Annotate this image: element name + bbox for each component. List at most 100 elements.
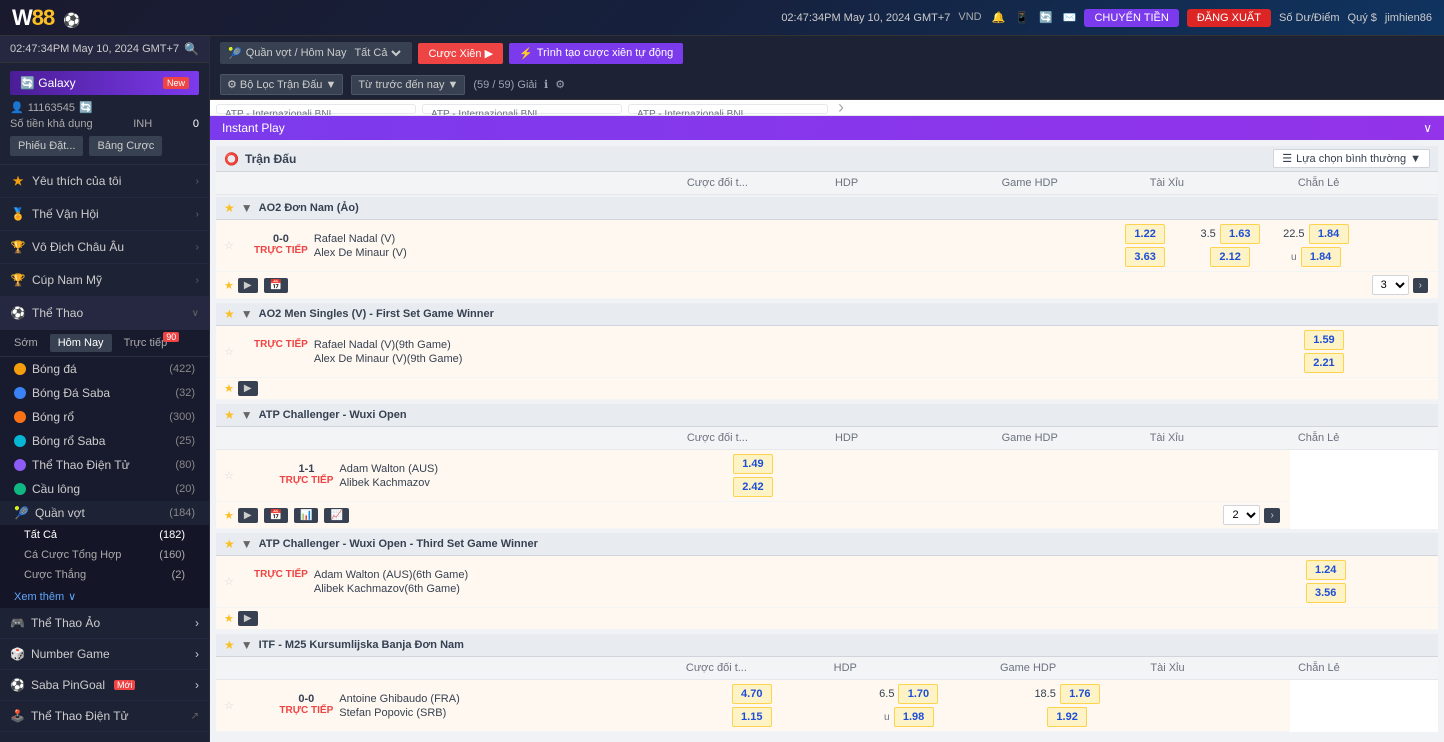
- lua-chon-binh-thuong-button[interactable]: ☰ Lựa chọn bình thường ▼: [1273, 149, 1430, 168]
- phieu-dat-button[interactable]: Phiếu Đặt...: [10, 136, 83, 156]
- instant-play-bar[interactable]: Instant Play ∨: [210, 116, 1444, 140]
- quan-vot-sub-tat-ca[interactable]: Tất Cả (182): [0, 525, 209, 545]
- tab-hom-nay[interactable]: Hôm Nay: [50, 334, 112, 352]
- section-atp-wuxi: ★ ▼ ATP Challenger - Wuxi Open: [216, 404, 1438, 427]
- odd-btn-1[interactable]: 1.49: [733, 454, 773, 474]
- action-star-icon[interactable]: ★: [224, 279, 234, 292]
- sport-item-bong-da-saba[interactable]: Bóng Đá Saba (32): [0, 381, 209, 405]
- chart-btn[interactable]: 📈: [324, 508, 348, 523]
- odd-btn-1[interactable]: 1.59: [1304, 330, 1344, 350]
- sidebar-item-the-thao-dien-tu[interactable]: 🕹️ Thể Thao Điện Tử ↗: [0, 701, 209, 732]
- favorite-star-icon[interactable]: ☆: [224, 576, 234, 588]
- player2: Alex De Minaur (V): [314, 247, 407, 259]
- sport-item-esport[interactable]: Thể Thao Điện Tử (80): [0, 453, 209, 477]
- tai-odd-btn[interactable]: 1.84: [1309, 224, 1349, 244]
- play-btn[interactable]: ▶: [238, 508, 258, 523]
- sport-item-bong-ro[interactable]: Bóng rổ (300): [0, 405, 209, 429]
- calendar-btn[interactable]: 📅: [264, 508, 288, 523]
- odd-btn-2[interactable]: 2.42: [733, 477, 773, 497]
- sidebar-item-saba-pin-goal[interactable]: ⚽ Saba PinGoal Mới ›: [0, 670, 209, 701]
- balance-currency: INH: [133, 118, 152, 130]
- tat-ca-select[interactable]: Tất Cả: [350, 46, 404, 60]
- favorite-star-icon[interactable]: ☆: [224, 240, 234, 252]
- next-page-btn[interactable]: ›: [1413, 278, 1428, 293]
- next-match-arrow[interactable]: ›: [834, 104, 848, 111]
- odd-btn-1[interactable]: 1.24: [1306, 560, 1346, 580]
- hdp-odd-btn-1[interactable]: 1.70: [898, 684, 938, 704]
- bang-cuoc-button[interactable]: Bảng Cược: [89, 136, 162, 156]
- player2: Alibek Kachmazov(6th Game): [314, 583, 468, 595]
- star-toggle-icon[interactable]: ★: [224, 307, 235, 321]
- page-select[interactable]: 2: [1223, 505, 1260, 525]
- trinh-tao-button[interactable]: ⚡ Trình tạo cược xiên tự động: [509, 43, 683, 64]
- star-toggle-icon[interactable]: ★: [224, 638, 235, 652]
- star-toggle-icon[interactable]: ★: [224, 537, 235, 551]
- sidebar-item-the-van-hoi[interactable]: 🏅 Thế Vận Hội ›: [0, 198, 209, 231]
- favorite-star-icon[interactable]: ☆: [224, 700, 234, 712]
- notification-icon[interactable]: 🔔: [992, 11, 1006, 24]
- sport-item-quan-vot[interactable]: 🎾 Quần vợt (184): [0, 501, 209, 525]
- favorite-star-icon[interactable]: ☆: [224, 470, 234, 482]
- sport-item-bong-da[interactable]: Bóng đá (422): [0, 357, 209, 381]
- chevron-icon[interactable]: ▼: [241, 307, 253, 321]
- sidebar-item-cup-nam-my[interactable]: 🏆 Cúp Nam Mỹ ›: [0, 264, 209, 297]
- calendar-btn[interactable]: 📅: [264, 278, 288, 293]
- bo-loc-dropdown[interactable]: ⚙ Bộ Lọc Trận Đấu ▼: [220, 74, 343, 95]
- sport-item-cau-long[interactable]: Cầu lông (20): [0, 477, 209, 501]
- top-header: W88 ⚽ 02:47:34PM May 10, 2024 GMT+7 VND …: [0, 0, 1444, 36]
- phone-icon[interactable]: 📱: [1015, 11, 1029, 24]
- odd-btn-2[interactable]: 3.56: [1306, 583, 1346, 603]
- action-star-icon[interactable]: ★: [224, 382, 234, 395]
- chevron-icon[interactable]: ▼: [241, 201, 253, 215]
- action-star-icon[interactable]: ★: [224, 612, 234, 625]
- star-toggle-icon[interactable]: ★: [224, 201, 235, 215]
- sidebar-item-number-game[interactable]: 🎲 Number Game ›: [0, 639, 209, 670]
- refresh-icon[interactable]: 🔄: [1039, 11, 1053, 24]
- quan-vot-sub-ca-cuoc[interactable]: Cá Cược Tổng Hợp (160): [0, 545, 209, 565]
- the-van-hoi-label: Thế Vận Hội: [32, 207, 99, 221]
- odd-btn-2[interactable]: 1.15: [732, 707, 772, 727]
- play-btn[interactable]: ▶: [238, 611, 258, 626]
- galaxy-bar[interactable]: 🔄 Galaxy New: [10, 71, 199, 95]
- dang-xuat-button[interactable]: ĐĂNG XUẤT: [1187, 9, 1271, 27]
- ao2-men-singles-table: ☆ TRỰC TIẾP Rafael Nadal (V)(9th Game) A…: [216, 326, 1438, 400]
- see-more-button[interactable]: Xem thêm ∨: [0, 585, 209, 608]
- odd-btn-2[interactable]: 3.63: [1125, 247, 1165, 267]
- chevron-icon[interactable]: ▼: [241, 408, 253, 422]
- odd-btn-1[interactable]: 1.22: [1125, 224, 1165, 244]
- hdp-odd-btn-1[interactable]: 1.63: [1220, 224, 1260, 244]
- quan-vot-sub-cuoc-thang[interactable]: Cược Thắng (2): [0, 565, 209, 585]
- odd-btn-1[interactable]: 4.70: [732, 684, 772, 704]
- hdp-odd-btn-2[interactable]: 2.12: [1210, 247, 1250, 267]
- refresh-user-icon[interactable]: 🔄: [79, 101, 93, 114]
- play-btn[interactable]: ▶: [238, 278, 258, 293]
- chuyen-tien-button[interactable]: CHUYỂN TIỀN: [1084, 9, 1178, 27]
- tab-truc-tiep[interactable]: Trực tiếp 90: [116, 334, 176, 352]
- chevron-icon[interactable]: ▼: [241, 537, 253, 551]
- stat-btn[interactable]: 📊: [294, 508, 318, 523]
- action-star-icon[interactable]: ★: [224, 509, 234, 522]
- sport-item-bong-ro-saba[interactable]: Bóng rổ Saba (25): [0, 429, 209, 453]
- cuoc-xien-button[interactable]: Cược Xiên ▶: [418, 43, 503, 64]
- player2: Stefan Popovic (SRB): [339, 707, 459, 719]
- hdp-odd-btn-2[interactable]: 1.98: [894, 707, 934, 727]
- sidebar-item-the-thao[interactable]: ⚽ Thể Thao ∨: [0, 297, 209, 330]
- play-btn[interactable]: ▶: [238, 381, 258, 396]
- mail-icon[interactable]: ✉️: [1063, 11, 1077, 24]
- sidebar-search-icon[interactable]: 🔍: [184, 42, 199, 56]
- favorite-star-icon[interactable]: ☆: [224, 346, 234, 358]
- tab-som[interactable]: Sớm: [6, 334, 46, 352]
- sidebar-item-yeu-thich[interactable]: ★ Yêu thích của tôi ›: [0, 165, 209, 198]
- sidebar-item-the-thao-ao[interactable]: 🎮 Thể Thao Ảo ›: [0, 608, 209, 639]
- quanvot-hom-nay-button[interactable]: 🎾 Quần vợt / Hôm Nay Tất Cả: [220, 42, 412, 64]
- next-page-btn[interactable]: ›: [1264, 508, 1279, 523]
- odd-btn-2[interactable]: 2.21: [1304, 353, 1344, 373]
- tu-truoc-dropdown[interactable]: Từ trước đến nay ▼: [351, 75, 465, 95]
- page-select[interactable]: 3: [1372, 275, 1409, 295]
- chevron-icon[interactable]: ▼: [241, 638, 253, 652]
- star-toggle-icon[interactable]: ★: [224, 408, 235, 422]
- sidebar-item-vo-dich-chau-au[interactable]: 🏆 Vô Địch Châu Âu ›: [0, 231, 209, 264]
- xiu-odd-btn[interactable]: 1.92: [1047, 707, 1087, 727]
- tai-odd-btn[interactable]: 1.76: [1060, 684, 1100, 704]
- xiu-odd-btn[interactable]: 1.84: [1301, 247, 1341, 267]
